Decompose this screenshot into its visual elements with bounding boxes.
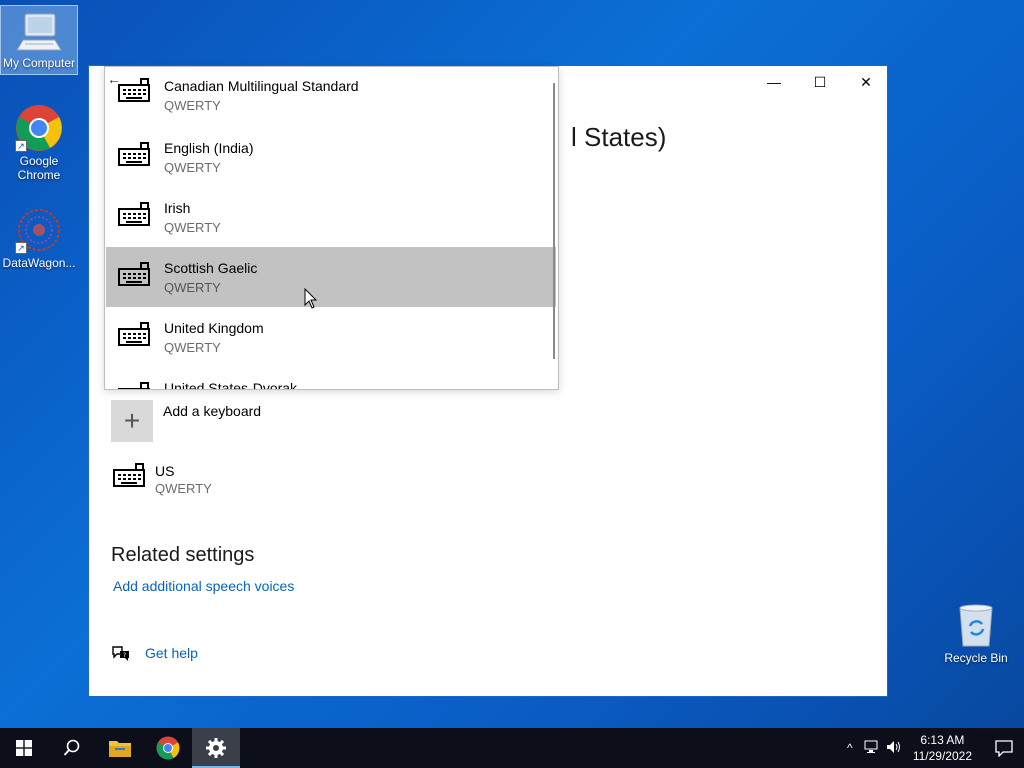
system-tray: ^ 6:13 AM 11/29/2022 — [839, 728, 1024, 768]
keyboard-option-name: United States-Dvorak — [164, 380, 298, 390]
shortcut-arrow-icon: ↗ — [15, 242, 27, 254]
svg-text:?: ? — [123, 652, 126, 659]
keyboard-option-name: Scottish Gaelic — [164, 260, 258, 276]
chrome-icon: ↗ — [15, 104, 63, 152]
keyboard-option-name: United Kingdom — [164, 320, 264, 336]
keyboard-option-layout: QWERTY — [164, 280, 221, 295]
desktop-icon-label: Google Chrome — [17, 154, 61, 182]
get-help-link[interactable]: Get help — [145, 645, 198, 661]
keyboard-option-layout: QWERTY — [164, 160, 221, 175]
notification-icon — [995, 740, 1013, 757]
taskbar-settings[interactable] — [192, 728, 240, 768]
keyboard-icon — [118, 78, 150, 102]
keyboard-option-name: Irish — [164, 200, 191, 216]
keyboard-icon — [113, 463, 145, 487]
keyboard-option[interactable]: Irish QWERTY — [106, 187, 556, 247]
chrome-icon — [156, 736, 180, 760]
taskbar-file-explorer[interactable] — [96, 728, 144, 768]
desktop-icon-datawagon[interactable]: ↗ DataWagon... — [1, 206, 77, 270]
gear-icon — [206, 738, 226, 758]
clock-date: 11/29/2022 — [912, 749, 972, 763]
keyboard-icon — [118, 202, 150, 226]
desktop-icon-my-computer[interactable]: My Computer — [0, 5, 78, 75]
mouse-cursor-icon — [304, 288, 318, 309]
back-arrow-icon[interactable]: ← — [107, 71, 121, 87]
keyboard-option[interactable]: English (India) QWERTY — [106, 127, 556, 187]
keyboard-option-layout: QWERTY — [164, 98, 221, 113]
plus-icon: + — [111, 400, 153, 442]
keyboard-option-layout: QWERTY — [164, 220, 221, 235]
computer-icon — [15, 10, 63, 54]
windows-logo-icon — [16, 740, 32, 756]
popup-scrollbar[interactable] — [553, 83, 555, 359]
network-icon[interactable] — [861, 740, 883, 757]
volume-icon[interactable] — [883, 740, 905, 757]
keyboard-option-name: Canadian Multilingual Standard — [164, 78, 359, 94]
related-settings-heading: Related settings — [111, 544, 255, 566]
help-chat-icon: ? — [112, 646, 129, 661]
datawagon-icon: ↗ — [15, 206, 63, 254]
start-button[interactable] — [0, 728, 48, 768]
keyboard-icon — [118, 262, 150, 286]
installed-keyboard-item[interactable]: US QWERTY — [113, 462, 212, 498]
keyboard-picker-popup: ← Canadian Multilingual Standard QWERTY … — [104, 66, 559, 390]
search-button[interactable] — [48, 728, 96, 768]
desktop-icon-recycle-bin[interactable]: Recycle Bin — [940, 602, 1012, 665]
maximize-button[interactable]: ☐ — [797, 66, 843, 98]
clock-time: 6:13 AM — [920, 733, 965, 747]
keyboard-option[interactable]: United Kingdom QWERTY — [106, 307, 556, 367]
desktop-icon-label: My Computer — [2, 56, 76, 70]
taskbar: ^ 6:13 AM 11/29/2022 — [0, 728, 1024, 768]
keyboard-name: US — [155, 463, 175, 479]
close-button[interactable]: ✕ — [843, 66, 889, 98]
shortcut-arrow-icon: ↗ — [15, 140, 27, 152]
keyboard-icon — [118, 322, 150, 346]
add-keyboard-label: Add a keyboard — [163, 403, 262, 419]
keyboard-option[interactable]: United States-Dvorak — [106, 367, 556, 390]
add-keyboard-button[interactable]: + Add a keyboard — [111, 400, 261, 442]
taskbar-chrome[interactable] — [144, 728, 192, 768]
folder-icon — [109, 741, 131, 757]
recycle-bin-label: Recycle Bin — [944, 651, 1008, 665]
keyboard-icon — [118, 142, 150, 166]
keyboard-option-hovered[interactable]: Scottish Gaelic QWERTY — [106, 247, 556, 307]
speech-voices-link[interactable]: Add additional speech voices — [113, 578, 294, 594]
keyboard-layout: QWERTY — [155, 481, 212, 496]
notification-center-button[interactable] — [984, 728, 1024, 768]
desktop-icon-chrome[interactable]: ↗ Google Chrome — [1, 104, 77, 182]
keyboard-option-name: English (India) — [164, 140, 254, 156]
desktop-icon-label: DataWagon... — [2, 256, 76, 270]
taskbar-clock[interactable]: 6:13 AM 11/29/2022 — [913, 732, 972, 764]
keyboard-option-layout: QWERTY — [164, 340, 221, 355]
minimize-button[interactable]: — — [751, 66, 797, 98]
keyboard-option[interactable]: Canadian Multilingual Standard QWERTY — [106, 67, 556, 127]
page-title: l States) — [571, 122, 667, 152]
recycle-bin-icon — [959, 604, 993, 647]
keyboard-icon — [118, 382, 150, 389]
search-icon — [63, 739, 80, 756]
tray-chevron-icon[interactable]: ^ — [839, 741, 861, 755]
get-help-row[interactable]: ? Get help — [111, 644, 198, 662]
